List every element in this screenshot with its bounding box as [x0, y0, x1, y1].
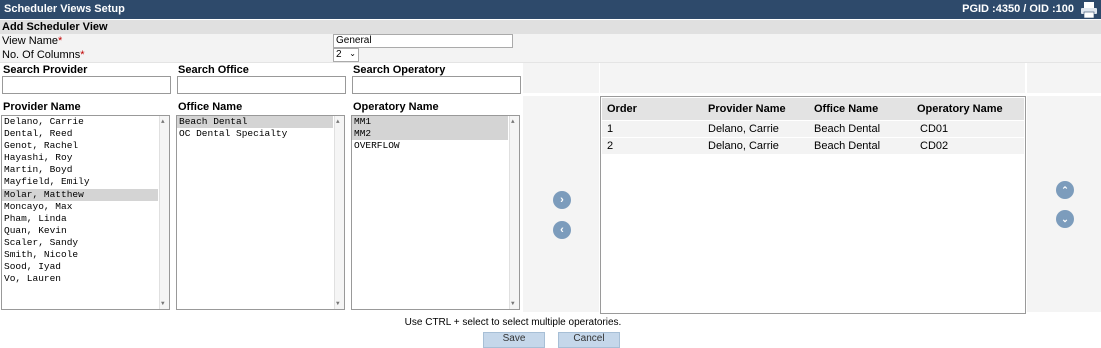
- cell-order: 1: [607, 123, 614, 135]
- view-name-input[interactable]: General: [333, 34, 513, 48]
- cell-operatory: CD02: [920, 140, 949, 152]
- list-item[interactable]: Hayashi, Roy: [2, 152, 169, 164]
- search-provider-label: Search Provider: [3, 64, 88, 76]
- office-list[interactable]: Beach Dental OC Dental Specialty ▲ ▼: [176, 115, 345, 310]
- scrollbar[interactable]: ▲ ▼: [159, 116, 169, 309]
- col-provider: Provider Name: [708, 103, 786, 115]
- table-row[interactable]: 1 Delano, Carrie Beach Dental CD01: [602, 121, 1024, 138]
- search-operatory-input[interactable]: [352, 76, 521, 94]
- section-title: Add Scheduler View: [2, 21, 108, 33]
- panel-spacer: [600, 63, 1025, 93]
- page-title: Scheduler Views Setup: [4, 3, 125, 15]
- move-down-button[interactable]: ⌄: [1056, 210, 1074, 228]
- columns-value: 2: [336, 49, 342, 60]
- list-item-selected[interactable]: MM1: [352, 116, 508, 129]
- chevron-down-icon: ⌄: [349, 49, 356, 58]
- list-item-selected[interactable]: MM2: [352, 128, 508, 141]
- move-right-button[interactable]: ›: [553, 191, 571, 209]
- list-item[interactable]: Scaler, Sandy: [2, 237, 169, 249]
- col-order: Order: [607, 103, 637, 115]
- cell-order: 2: [607, 140, 614, 152]
- scroll-up-icon[interactable]: ▲: [336, 118, 340, 125]
- cell-office: Beach Dental: [814, 123, 881, 135]
- move-left-button[interactable]: ‹: [553, 221, 571, 239]
- provider-list[interactable]: Delano, Carrie Dental, Reed Genot, Rache…: [1, 115, 170, 310]
- search-office-label: Search Office: [178, 64, 249, 76]
- operatory-list-header: Operatory Name: [353, 101, 439, 113]
- grid-header: Order Provider Name Office Name Operator…: [602, 98, 1024, 120]
- search-provider-input[interactable]: [2, 76, 171, 94]
- list-item[interactable]: Genot, Rachel: [2, 140, 169, 152]
- cell-operatory: CD01: [920, 123, 949, 135]
- cell-provider: Delano, Carrie: [708, 140, 779, 152]
- panel-spacer: [1027, 63, 1101, 93]
- search-operatory-label: Search Operatory: [353, 64, 446, 76]
- move-up-button[interactable]: ⌃: [1056, 181, 1074, 199]
- save-button[interactable]: Save: [483, 332, 545, 348]
- list-item[interactable]: OC Dental Specialty: [177, 128, 344, 140]
- provider-list-header: Provider Name: [3, 101, 81, 113]
- scrollbar[interactable]: ▲ ▼: [334, 116, 344, 309]
- scroll-down-icon[interactable]: ▼: [511, 300, 515, 307]
- col-operatory: Operatory Name: [917, 103, 1003, 115]
- list-item[interactable]: Delano, Carrie: [2, 116, 169, 128]
- search-office-input[interactable]: [177, 76, 346, 94]
- list-item[interactable]: Pham, Linda: [2, 213, 169, 225]
- printer-icon[interactable]: [1079, 0, 1099, 19]
- panel-spacer: [523, 63, 599, 93]
- title-bar: Scheduler Views Setup PGID :4350 / OID :…: [0, 0, 1101, 19]
- list-item[interactable]: Moncayo, Max: [2, 201, 169, 213]
- view-name-row: View Name* General: [0, 34, 1101, 49]
- selected-operatories-grid: Order Provider Name Office Name Operator…: [600, 96, 1026, 314]
- list-item-selected[interactable]: Beach Dental: [177, 116, 333, 129]
- list-item[interactable]: Mayfield, Emily: [2, 176, 169, 188]
- order-buttons-panel: [1027, 96, 1101, 312]
- required-mark: *: [58, 35, 63, 47]
- col-office: Office Name: [814, 103, 879, 115]
- columns-row: No. Of Columns* 2 ⌄: [0, 48, 1101, 63]
- list-item[interactable]: Sood, Iyad: [2, 261, 169, 273]
- columns-select[interactable]: 2 ⌄: [333, 48, 359, 62]
- list-item-selected[interactable]: Molar, Matthew: [2, 188, 158, 201]
- table-row[interactable]: 2 Delano, Carrie Beach Dental CD02: [602, 138, 1024, 155]
- operatory-list[interactable]: MM1 MM2 OVERFLOW ▲ ▼: [351, 115, 520, 310]
- list-item[interactable]: Dental, Reed: [2, 128, 169, 140]
- scroll-up-icon[interactable]: ▲: [161, 118, 165, 125]
- list-item[interactable]: Quan, Kevin: [2, 225, 169, 237]
- scroll-up-icon[interactable]: ▲: [511, 118, 515, 125]
- cell-office: Beach Dental: [814, 140, 881, 152]
- scroll-down-icon[interactable]: ▼: [336, 300, 340, 307]
- scrollbar[interactable]: ▲ ▼: [509, 116, 519, 309]
- help-note: Use CTRL + select to select multiple ope…: [404, 317, 622, 328]
- list-item[interactable]: Martin, Boyd: [2, 164, 169, 176]
- office-list-header: Office Name: [178, 101, 243, 113]
- columns-label: No. Of Columns: [2, 49, 81, 61]
- view-name-label: View Name: [2, 35, 59, 47]
- cell-provider: Delano, Carrie: [708, 123, 779, 135]
- section-header: Add Scheduler View: [0, 20, 1101, 34]
- list-item[interactable]: Smith, Nicole: [2, 249, 169, 261]
- list-item[interactable]: OVERFLOW: [352, 140, 519, 152]
- list-item[interactable]: Vo, Lauren: [2, 273, 169, 285]
- scroll-down-icon[interactable]: ▼: [161, 300, 165, 307]
- required-mark: *: [80, 49, 85, 61]
- cancel-button[interactable]: Cancel: [558, 332, 620, 348]
- page-ids: PGID :4350 / OID :100: [962, 3, 1074, 15]
